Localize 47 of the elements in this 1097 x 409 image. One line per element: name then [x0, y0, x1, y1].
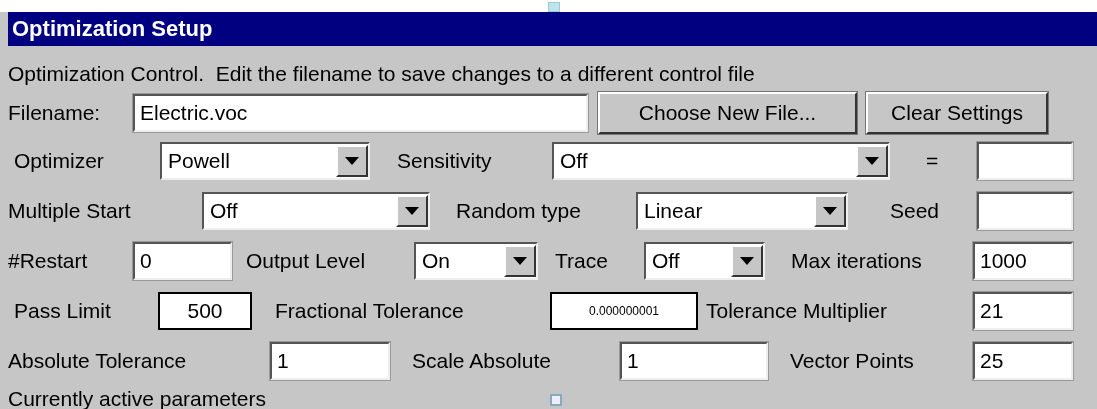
input-field[interactable]: 0.000000001 — [550, 292, 698, 330]
field-label: Pass Limit — [13, 299, 112, 323]
field-label: Fractional Tolerance — [274, 299, 465, 323]
field-label: Filename: — [7, 101, 102, 125]
dropdown[interactable]: On — [414, 242, 538, 280]
input-field[interactable]: 21 — [973, 292, 1073, 330]
input-field[interactable]: 25 — [973, 342, 1073, 380]
field-label: Optimizer — [13, 149, 105, 173]
field-label: Scale Absolute — [411, 349, 552, 373]
dropdown-arrow-icon — [823, 207, 837, 215]
window-title: Optimization Setup — [8, 12, 1097, 46]
filename-field[interactable]: Electric.voc — [133, 94, 588, 132]
input-field[interactable] — [977, 192, 1073, 230]
dropdown[interactable]: Off — [644, 242, 765, 280]
section-label: Currently active parameters — [8, 386, 266, 409]
input-field[interactable] — [977, 142, 1073, 180]
dropdown[interactable]: Off — [552, 142, 890, 180]
description-text: Optimization Control. Edit the filename to save changes to a different control file — [8, 62, 755, 86]
dropdown-arrow-icon — [345, 157, 359, 165]
field-label: Output Level — [245, 249, 367, 273]
dropdown-arrow-icon — [740, 257, 754, 265]
input-field[interactable]: 1 — [270, 342, 390, 380]
field-label: = — [925, 149, 940, 173]
selection-handle[interactable] — [548, 2, 560, 12]
field-label: Multiple Start — [7, 199, 132, 223]
input-field[interactable]: 500 — [158, 292, 252, 330]
field-label: Max iterations — [790, 249, 923, 273]
clear-settings-button[interactable]: Clear Settings — [866, 92, 1048, 134]
field-label: Vector Points — [789, 349, 915, 373]
field-label: #Restart — [7, 249, 89, 273]
field-label: Random type — [455, 199, 582, 223]
dropdown[interactable]: Off — [202, 192, 430, 230]
field-label: Absolute Tolerance — [7, 349, 188, 373]
dropdown-arrow-icon — [513, 257, 527, 265]
choose-file-button[interactable]: Choose New File... — [598, 92, 857, 134]
input-field[interactable]: 1000 — [973, 242, 1073, 280]
field-label: Seed — [889, 199, 941, 223]
dropdown[interactable]: Linear — [636, 192, 848, 230]
dropdown-arrow-icon — [865, 157, 879, 165]
square-icon — [550, 394, 562, 406]
field-label: Sensitivity — [396, 149, 493, 173]
input-field[interactable]: 1 — [620, 342, 768, 380]
field-label: Trace — [554, 249, 609, 273]
field-label: Tolerance Multiplier — [705, 299, 888, 323]
dropdown-arrow-icon — [405, 207, 419, 215]
input-field[interactable]: 0 — [133, 242, 232, 280]
dropdown[interactable]: Powell — [160, 142, 370, 180]
